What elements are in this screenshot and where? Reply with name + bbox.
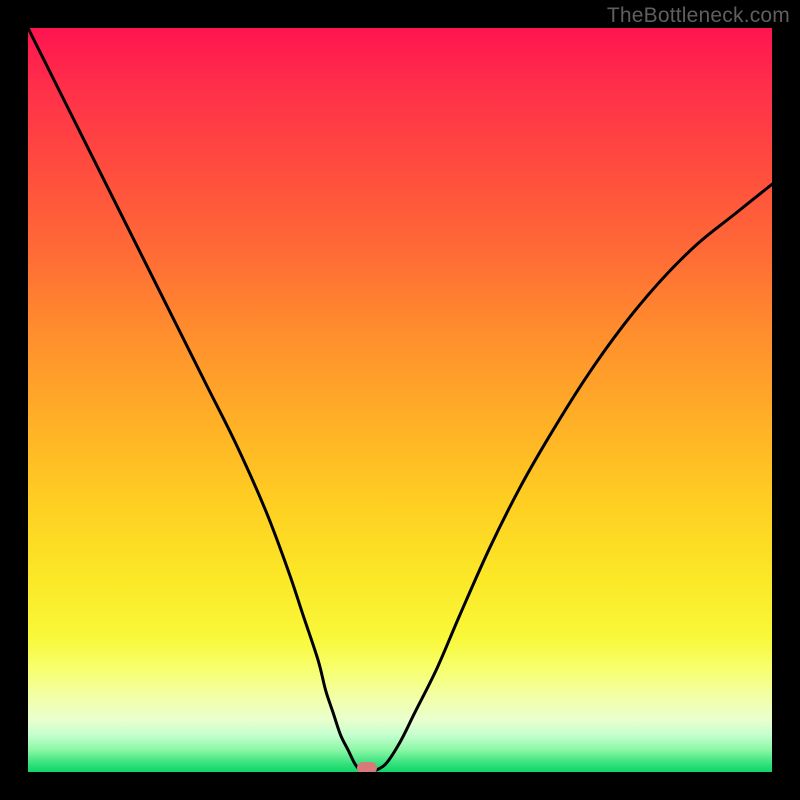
plot-area (28, 28, 772, 772)
watermark-text: TheBottleneck.com (607, 4, 790, 28)
chart-frame: TheBottleneck.com (0, 0, 800, 800)
bottleneck-curve (28, 28, 772, 772)
optimum-marker (357, 762, 377, 772)
